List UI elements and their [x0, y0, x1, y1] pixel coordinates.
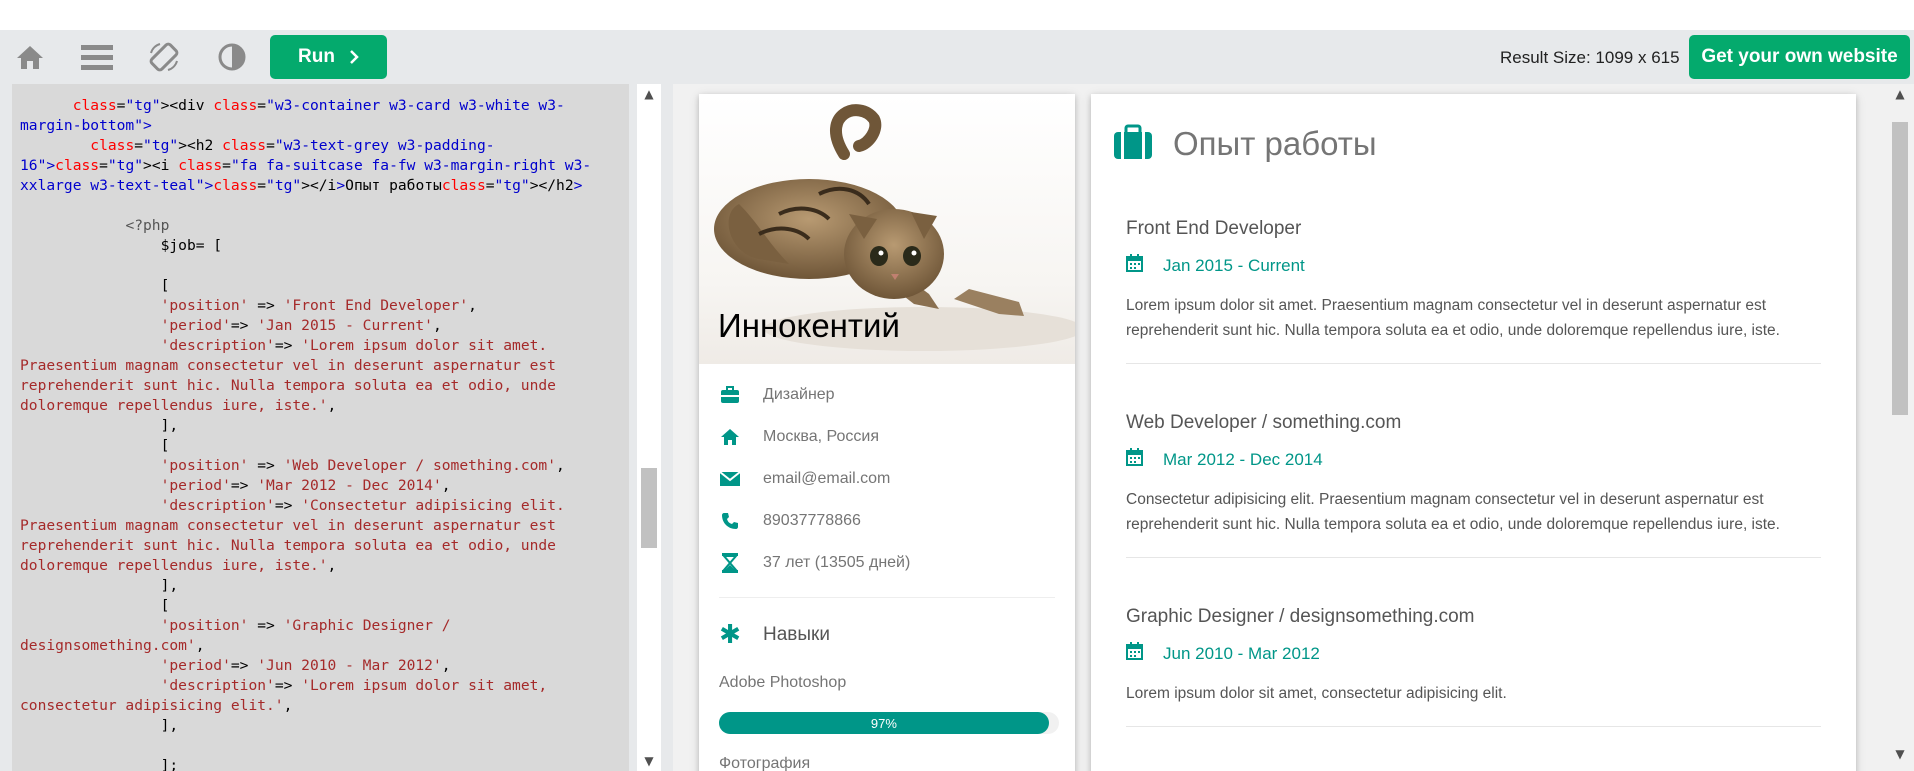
code-line[interactable]: 'description'=> 'Lorem ipsum dolor sit a… [20, 336, 620, 416]
code-line[interactable] [20, 736, 620, 756]
job-description: Lorem ipsum dolor sit amet, consectetur … [1126, 685, 1507, 702]
job-entry: Graphic Designer / designsomething.com J… [1126, 606, 1821, 727]
profile-card: Иннокентий Дизайнер Москва, Россия email… [699, 94, 1075, 771]
result-page: Иннокентий Дизайнер Москва, Россия email… [673, 84, 1878, 771]
info-email: email@email.com [719, 464, 1059, 494]
job-position: Graphic Designer / designsomething.com [1126, 606, 1475, 627]
divider [1126, 363, 1821, 364]
code-line[interactable] [20, 196, 620, 216]
info-email-text: email@email.com [763, 470, 891, 487]
scroll-down-icon[interactable]: ▼ [637, 751, 661, 771]
menu-icon[interactable] [79, 39, 115, 75]
code-line[interactable]: ], [20, 716, 620, 736]
hourglass-icon [719, 552, 741, 574]
run-button[interactable]: Run [270, 35, 387, 79]
scroll-down-icon[interactable]: ▼ [1888, 744, 1912, 764]
code-line[interactable]: [ [20, 276, 620, 296]
code-line[interactable]: ], [20, 576, 620, 596]
skill-progress: 97% [719, 712, 1059, 734]
code-text[interactable]: class="tg"><div class="w3-container w3-c… [20, 96, 620, 771]
job-period: Jan 2015 - Current [1126, 254, 1821, 277]
scroll-up-icon[interactable]: ▲ [1888, 84, 1912, 104]
experience-heading: Опыт работы [1113, 124, 1377, 164]
home-icon[interactable] [12, 39, 48, 75]
profile-name: Иннокентий [718, 307, 900, 344]
info-location: Москва, Россия [719, 422, 1059, 452]
code-line[interactable]: 'description'=> 'Consectetur adipisicing… [20, 496, 620, 576]
calendar-icon [1126, 642, 1143, 665]
code-line[interactable]: 'position' => 'Web Developer / something… [20, 456, 620, 476]
scroll-up-icon[interactable]: ▲ [637, 84, 661, 104]
info-phone-text: 89037778866 [763, 512, 861, 529]
divider [719, 597, 1055, 598]
code-line[interactable]: ], [20, 416, 620, 436]
code-line[interactable]: $job= [ [20, 236, 620, 256]
code-line[interactable]: 'position' => 'Front End Developer', [20, 296, 620, 316]
info-location-text: Москва, Россия [763, 428, 879, 445]
envelope-icon [719, 468, 741, 490]
editor-shell: class="tg"><div class="w3-container w3-c… [0, 84, 1914, 771]
code-line[interactable]: <?php [20, 216, 620, 236]
scroll-thumb[interactable] [641, 468, 657, 548]
job-entry: Web Developer / something.com Mar 2012 -… [1126, 412, 1821, 558]
code-line[interactable]: 'period'=> 'Mar 2012 - Dec 2014', [20, 476, 620, 496]
job-position: Front End Developer [1126, 218, 1302, 239]
info-age-text: 37 лет (13505 дней) [763, 554, 911, 571]
calendar-icon [1126, 254, 1143, 277]
skills-heading: ✱ Навыки [719, 620, 830, 650]
code-line[interactable]: class="tg"><h2 class="w3-text-grey w3-pa… [20, 136, 620, 196]
divider [1126, 726, 1821, 727]
run-label: Run [298, 46, 335, 67]
job-period-text: Jun 2010 - Mar 2012 [1163, 643, 1320, 663]
suitcase-icon [1113, 124, 1153, 164]
result-frame: Иннокентий Дизайнер Москва, Россия email… [673, 84, 1914, 771]
job-period-text: Jan 2015 - Current [1163, 255, 1305, 275]
code-line[interactable]: 'position' => 'Graphic Designer / design… [20, 616, 620, 656]
code-line[interactable]: 'period'=> 'Jun 2010 - Mar 2012', [20, 656, 620, 676]
asterisk-icon: ✱ [719, 620, 741, 650]
result-size: Result Size: 1099 x 615 [1500, 48, 1680, 67]
code-line[interactable]: ]; [20, 756, 620, 771]
briefcase-icon [719, 384, 741, 406]
result-scrollbar[interactable]: ▲ ▼ [1878, 84, 1914, 771]
job-position: Web Developer / something.com [1126, 412, 1402, 433]
home-icon [719, 426, 741, 448]
code-line[interactable]: 'description'=> 'Lorem ipsum dolor sit a… [20, 676, 620, 716]
job-description: Lorem ipsum dolor sit amet. Praesentium … [1126, 297, 1780, 339]
job-period: Jun 2010 - Mar 2012 [1126, 642, 1821, 665]
experience-title: Опыт работы [1173, 125, 1377, 162]
info-age: 37 лет (13505 дней) [719, 548, 1059, 578]
code-scrollbar[interactable]: ▲ ▼ [637, 84, 661, 771]
skill-name: Фотография [719, 755, 811, 771]
info-occupation-text: Дизайнер [763, 386, 835, 403]
code-line[interactable]: 'period'=> 'Jan 2015 - Current', [20, 316, 620, 336]
toolbar: Run Result Size: 1099 x 615 Get your own… [0, 30, 1914, 84]
skills-title: Навыки [763, 624, 830, 645]
code-line[interactable]: [ [20, 436, 620, 456]
job-description: Consectetur adipisicing elit. Praesentiu… [1126, 491, 1780, 533]
chevron-right-icon [350, 50, 359, 64]
info-phone: 89037778866 [719, 506, 1059, 536]
skill-progress-fill: 97% [719, 712, 1049, 734]
code-editor[interactable]: class="tg"><div class="w3-container w3-c… [12, 84, 629, 771]
skill-name: Adobe Photoshop [719, 674, 847, 691]
scroll-thumb[interactable] [1892, 122, 1908, 415]
get-own-website-button[interactable]: Get your own website [1689, 35, 1910, 79]
profile-photo: Иннокентий [699, 94, 1075, 364]
code-line[interactable]: class="tg"><div class="w3-container w3-c… [20, 96, 620, 136]
divider [1126, 557, 1821, 558]
phone-icon [719, 510, 741, 532]
job-entry: Front End Developer Jan 2015 - Current L… [1126, 218, 1821, 364]
calendar-icon [1126, 448, 1143, 471]
job-period-text: Mar 2012 - Dec 2014 [1163, 449, 1323, 469]
experience-card: Опыт работы Front End Developer Jan 2015… [1091, 94, 1856, 771]
rotate-icon[interactable] [146, 39, 182, 75]
contrast-icon[interactable] [214, 39, 250, 75]
info-occupation: Дизайнер [719, 380, 1059, 410]
code-line[interactable]: [ [20, 596, 620, 616]
code-line[interactable] [20, 256, 620, 276]
job-period: Mar 2012 - Dec 2014 [1126, 448, 1821, 471]
